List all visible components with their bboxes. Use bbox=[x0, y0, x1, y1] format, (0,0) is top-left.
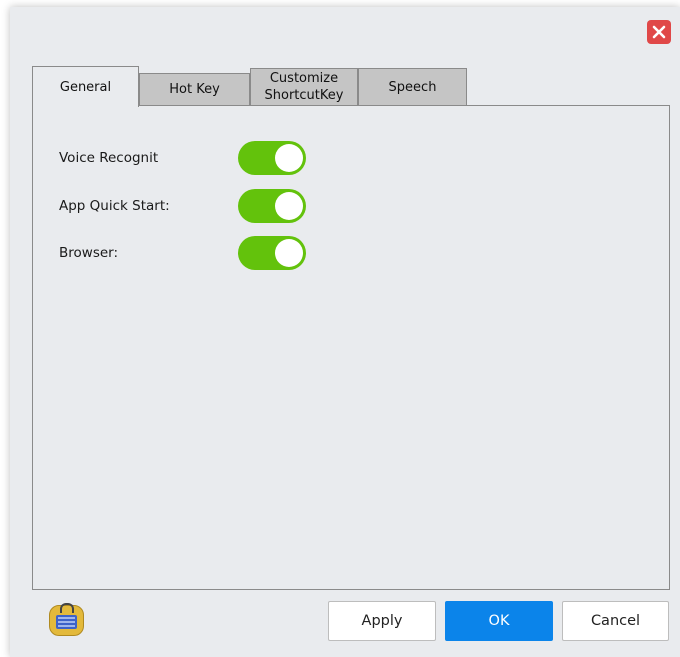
cancel-button[interactable]: Cancel bbox=[562, 601, 669, 641]
tab-general[interactable]: General bbox=[32, 66, 139, 107]
tab-hot-key[interactable]: Hot Key bbox=[139, 73, 250, 106]
apply-button[interactable]: Apply bbox=[328, 601, 436, 641]
keyboard-keys bbox=[56, 615, 77, 629]
cancel-button-label: Cancel bbox=[590, 613, 641, 629]
app-quick-start-label: App Quick Start: bbox=[59, 198, 170, 214]
close-button[interactable] bbox=[647, 20, 671, 44]
browser-toggle[interactable] bbox=[238, 236, 306, 270]
toggle-knob bbox=[275, 239, 303, 267]
browser-label: Browser: bbox=[59, 245, 119, 261]
tab-speech[interactable]: Speech bbox=[358, 68, 467, 106]
settings-dialog: General Hot Key Customize ShortcutKey Sp… bbox=[10, 7, 680, 657]
tab-speech-label: Speech bbox=[388, 79, 437, 95]
tab-general-label: General bbox=[59, 79, 112, 95]
voice-recognition-label: Voice Recognit bbox=[59, 150, 159, 166]
tab-customize-shortcut-key-label: Customize ShortcutKey bbox=[264, 71, 344, 103]
general-panel: Voice Recognit App Quick Start: Browser: bbox=[32, 105, 670, 590]
toggle-knob bbox=[275, 144, 303, 172]
voice-recognition-toggle[interactable] bbox=[238, 141, 306, 175]
ok-button-label: OK bbox=[488, 613, 510, 629]
ok-button[interactable]: OK bbox=[445, 601, 553, 641]
app-quick-start-toggle[interactable] bbox=[238, 189, 306, 223]
keyboard-icon[interactable] bbox=[49, 603, 84, 636]
toggle-knob bbox=[275, 192, 303, 220]
apply-button-label: Apply bbox=[361, 613, 403, 629]
close-icon bbox=[652, 25, 666, 39]
tab-hot-key-label: Hot Key bbox=[169, 82, 220, 97]
tab-customize-shortcut-key[interactable]: Customize ShortcutKey bbox=[250, 68, 358, 106]
keyboard-cable bbox=[60, 603, 74, 613]
